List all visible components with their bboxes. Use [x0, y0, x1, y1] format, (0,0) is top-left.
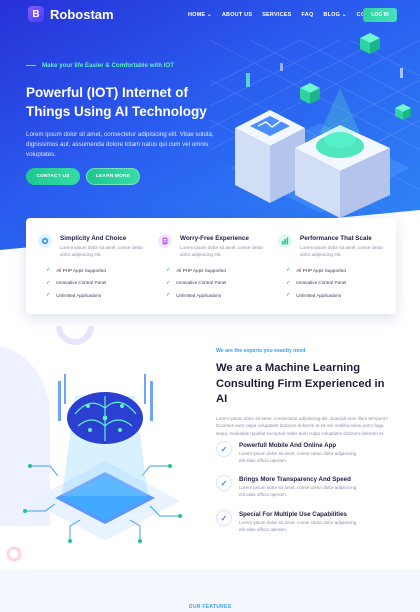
- list-item-label: All PHP Apps Supported: [176, 267, 226, 273]
- nav-item-faq[interactable]: FAQ: [302, 12, 314, 18]
- top-navbar: B Robostam HOME ⌄ ABOUT US SERVICES FAQ …: [0, 0, 420, 30]
- hero-subtext: Lorem ipsum dolor sit amet, consectetur …: [26, 131, 214, 158]
- ml-feature-title: Powerfull Mobile And Online App: [239, 442, 337, 449]
- list-item: ✓ All PHP Apps Supported: [166, 264, 226, 277]
- list-item: ✓ Unlimited Applications: [46, 289, 106, 302]
- list-item: ✓ Innovative Control Panel: [46, 277, 106, 290]
- hero-headline: Powerful (IOT) Internet of Things Using …: [26, 83, 226, 121]
- nav-item-home-label: HOME: [188, 12, 206, 18]
- check-icon: ✓: [166, 279, 171, 286]
- list-item: ✓ Unlimited Applications: [286, 289, 346, 302]
- check-circle-icon: ✓: [216, 510, 232, 526]
- hero-headline-line1: Powerful (IOT) Internet of: [26, 85, 188, 100]
- check-circle-icon: ✓: [216, 475, 232, 491]
- tagline-line: [26, 65, 36, 66]
- list-item-label: Innovative Control Panel: [296, 280, 347, 286]
- brand-name: Robostam: [50, 6, 114, 22]
- learn-more-button[interactable]: LEARN MORE: [86, 168, 140, 185]
- ml-title: We are a Machine Learning Consulting Fir…: [216, 361, 396, 408]
- ml-feature-desc: Lorem ipsum dolor sit amet, conse ctetur…: [239, 485, 357, 497]
- chart-icon: [278, 234, 292, 248]
- chevron-down-icon: ⌄: [207, 12, 212, 18]
- check-icon: ✓: [166, 292, 171, 299]
- list-item-label: Unlimited Applications: [296, 292, 342, 298]
- feature-title: Simplicity And Choice: [60, 235, 127, 242]
- feature-title: Worry-Free Experience: [180, 235, 249, 242]
- check-circle-icon: ✓: [216, 441, 232, 457]
- ml-title-line1: We are a Machine Learning: [216, 362, 361, 374]
- nav-item-services[interactable]: SERVICES: [262, 12, 291, 18]
- hero-buttons: CONTACT US LEARN MORE: [26, 168, 140, 185]
- list-item: ✓ All PHP Apps Supported: [46, 264, 106, 277]
- nav-item-home[interactable]: HOME ⌄: [188, 12, 212, 18]
- list-item: ✓ Innovative Control Panel: [286, 277, 346, 290]
- list-item-label: Innovative Control Panel: [56, 280, 107, 286]
- list-item: ✓ All PHP Apps Supported: [286, 264, 346, 277]
- check-icon: ✓: [46, 267, 51, 274]
- hero-tagline-text: Make your life Easier & Comfortable with…: [42, 62, 175, 69]
- feature-list: ✓ All PHP Apps Supported ✓ Innovative Cont…: [46, 264, 106, 302]
- logo-mark-icon: B: [28, 6, 44, 22]
- ml-feature-desc: Lorem ipsum dolor sit amet, conse ctetur…: [239, 520, 357, 532]
- login-button[interactable]: LOG IN: [363, 8, 397, 22]
- feature-desc: Lorem ipsum dolor sit amet, conse ctetur…: [300, 245, 383, 257]
- list-item-label: Unlimited Applications: [176, 292, 222, 298]
- hero-headline-line2: Things Using AI Technology: [26, 104, 207, 119]
- nav-item-blog-label: BLOG: [323, 12, 341, 18]
- check-icon: ✓: [286, 267, 291, 274]
- ml-feature-title: Special For Multiple Use Capabilities: [239, 511, 347, 518]
- list-item-label: Unlimited Applications: [56, 292, 102, 298]
- feature-list: ✓ All PHP Apps Supported ✓ Innovative Cont…: [286, 264, 346, 302]
- nav-item-about[interactable]: ABOUT US: [222, 12, 252, 18]
- nav-item-blog[interactable]: BLOG ⌄: [323, 12, 346, 18]
- target-icon: [38, 234, 52, 248]
- features-card: Simplicity And Choice Lorem ipsum dolor …: [26, 218, 396, 314]
- list-item-label: All PHP Apps Supported: [296, 267, 346, 273]
- contact-us-button[interactable]: CONTACT US: [26, 168, 80, 185]
- feature-title: Performance That Scale: [300, 235, 372, 242]
- brand-logo[interactable]: B Robostam: [28, 6, 114, 22]
- list-item: ✓ Unlimited Applications: [166, 289, 226, 302]
- our-features-label: OUR FEATURES: [188, 604, 232, 610]
- ml-eyebrow: We are the experts you exactly need: [216, 348, 306, 354]
- check-icon: ✓: [46, 292, 51, 299]
- ml-text-block: We are the experts you exactly need We a…: [216, 348, 396, 438]
- check-icon: ✓: [46, 279, 51, 286]
- ml-description: Lorem ipsum dolor sit amet, consectetur …: [216, 415, 388, 437]
- ml-feature-desc: Lorem ipsum dolor sit amet, conse ctetur…: [239, 451, 357, 463]
- check-icon: ✓: [286, 292, 291, 299]
- chevron-down-icon: ⌄: [341, 12, 347, 18]
- list-item-label: Innovative Control Panel: [176, 280, 227, 286]
- list-item: ✓ Innovative Control Panel: [166, 277, 226, 290]
- hero-text-block: Make your life Easier & Comfortable with…: [26, 62, 226, 160]
- main-menu: HOME ⌄ ABOUT US SERVICES FAQ BLOG ⌄ CONT…: [188, 12, 385, 18]
- ai-brain-illustration: [0, 326, 182, 562]
- document-icon: [158, 234, 172, 248]
- feature-desc: Lorem ipsum dolor sit amet, conse ctetur…: [180, 245, 263, 257]
- hero-tagline: Make your life Easier & Comfortable with…: [26, 62, 226, 69]
- feature-desc: Lorem ipsum dolor sit amet, conse ctetur…: [60, 245, 143, 257]
- ml-title-line2: Consulting Firm Experienced in AI: [216, 377, 385, 406]
- ml-feature-title: Brings More Transparency And Speed: [239, 476, 351, 483]
- feature-list: ✓ All PHP Apps Supported ✓ Innovative Cont…: [166, 264, 226, 302]
- check-icon: ✓: [286, 279, 291, 286]
- check-icon: ✓: [166, 267, 171, 274]
- list-item-label: All PHP Apps Supported: [56, 267, 106, 273]
